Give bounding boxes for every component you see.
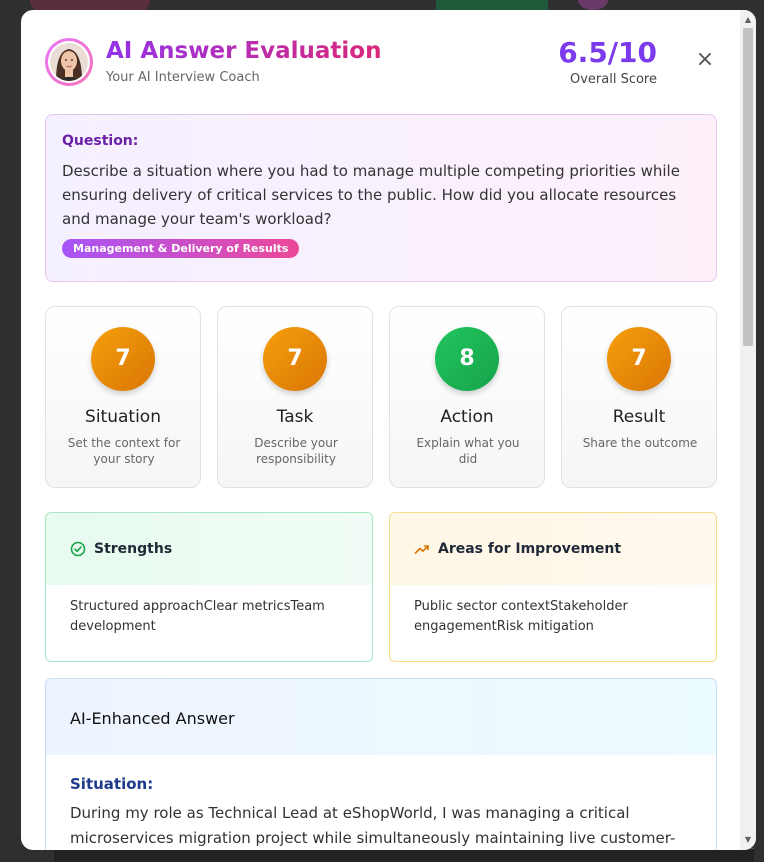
- star-card-task: 7 Task Describe your responsibility: [217, 306, 373, 488]
- enhanced-answer-body: Situation: During my role as Technical L…: [46, 755, 716, 850]
- strengths-card: Strengths Structured approachClear metri…: [45, 512, 373, 662]
- improvements-text: Public sector contextStakeholder engagem…: [414, 599, 628, 634]
- enhanced-answer-header: AI-Enhanced Answer: [46, 679, 716, 755]
- scroll-down-icon[interactable]: ▼: [740, 832, 756, 848]
- page-subtitle: Your AI Interview Coach: [106, 70, 260, 85]
- backdrop-shape: [54, 848, 754, 862]
- result-title: Result: [612, 407, 666, 427]
- scroll-thumb[interactable]: [743, 28, 753, 346]
- result-score: 7: [607, 327, 671, 391]
- avatar: [45, 38, 93, 86]
- backdrop-shape: [436, 0, 548, 10]
- evaluation-modal: AI Answer Evaluation Your AI Interview C…: [21, 10, 756, 850]
- backdrop-shape: [578, 0, 608, 10]
- competency-tag: Management & Delivery of Results: [62, 239, 300, 258]
- star-card-result: 7 Result Share the outcome: [561, 306, 717, 488]
- action-score: 8: [435, 327, 499, 391]
- strengths-header: Strengths: [46, 513, 372, 585]
- star-card-action: 8 Action Explain what you did: [389, 306, 545, 488]
- enhanced-answer-title: AI-Enhanced Answer: [70, 709, 235, 728]
- situation-desc: Set the context for your story: [67, 436, 181, 466]
- strengths-title: Strengths: [94, 541, 173, 557]
- trending-up-icon: [414, 545, 429, 554]
- improvements-title: Areas for Improvement: [438, 541, 622, 557]
- enhanced-section-label: Situation:: [70, 775, 154, 793]
- check-circle-icon: [70, 541, 86, 557]
- enhanced-section-text: During my role as Technical Lead at eSho…: [70, 804, 676, 847]
- star-scores: 7 Situation Set the context for your sto…: [45, 306, 717, 488]
- improvements-card: Areas for Improvement Public sector cont…: [389, 512, 717, 662]
- strengths-text: Structured approachClear metricsTeam dev…: [70, 599, 325, 634]
- question-label: Question:: [62, 133, 139, 149]
- action-desc: Explain what you did: [416, 436, 520, 466]
- overall-score-label: Overall Score: [569, 72, 657, 87]
- scrollbar[interactable]: ▲ ▼: [740, 10, 756, 850]
- feedback-section: Strengths Structured approachClear metri…: [45, 512, 717, 662]
- task-score: 7: [263, 327, 327, 391]
- task-desc: Describe your responsibility: [254, 436, 338, 466]
- star-card-situation: 7 Situation Set the context for your sto…: [45, 306, 201, 488]
- overall-score: 6.5/10: [558, 36, 657, 69]
- modal-content: AI Answer Evaluation Your AI Interview C…: [45, 10, 717, 850]
- close-icon: ×: [695, 47, 715, 72]
- question-card: Question: Describe a situation where you…: [45, 114, 717, 282]
- situation-score: 7: [91, 327, 155, 391]
- enhanced-answer-card: AI-Enhanced Answer Situation: During my …: [45, 678, 717, 850]
- coach-avatar-icon: [50, 43, 88, 81]
- task-title: Task: [276, 407, 314, 427]
- close-button[interactable]: ×: [693, 48, 717, 72]
- page-title: AI Answer Evaluation: [106, 38, 382, 64]
- situation-title: Situation: [85, 407, 161, 427]
- improvements-header: Areas for Improvement: [390, 513, 716, 585]
- question-text: Describe a situation where you had to ma…: [62, 162, 680, 228]
- modal-header: AI Answer Evaluation Your AI Interview C…: [45, 10, 717, 114]
- result-desc: Share the outcome: [582, 436, 698, 450]
- scroll-up-icon[interactable]: ▲: [740, 12, 756, 28]
- action-title: Action: [440, 407, 494, 427]
